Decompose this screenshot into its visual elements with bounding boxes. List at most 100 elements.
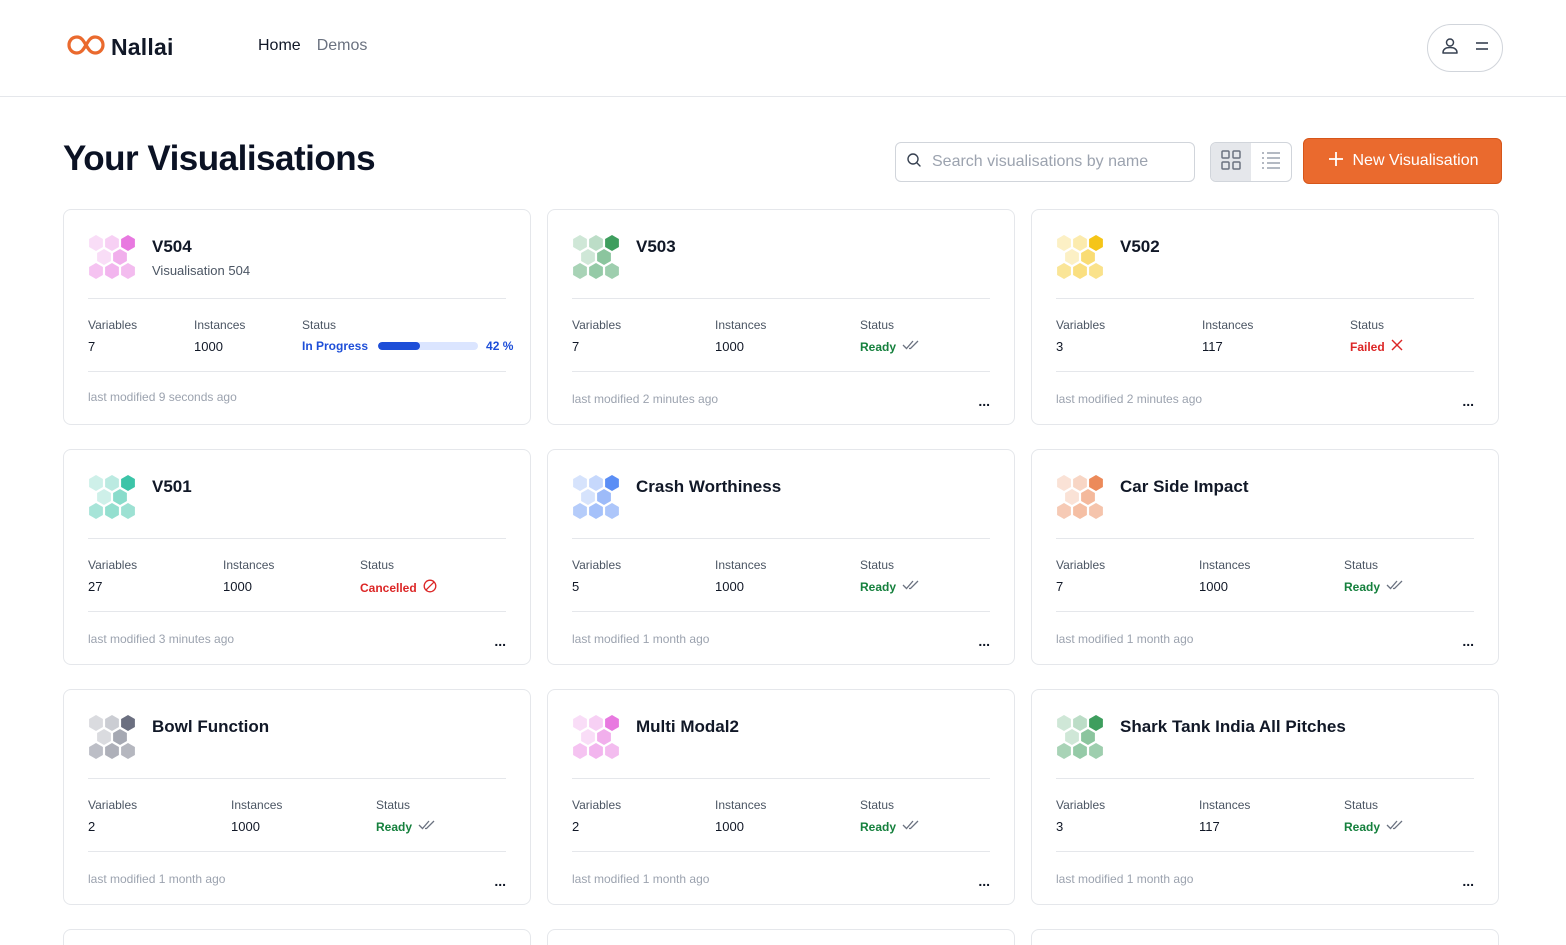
hex-cell bbox=[1089, 743, 1103, 759]
last-modified-text: last modified 9 seconds ago bbox=[88, 390, 237, 404]
instances-stat: Instances 1000 bbox=[715, 558, 766, 594]
more-options-button[interactable]: ... bbox=[494, 633, 506, 649]
hex-cell bbox=[589, 235, 603, 251]
visualisation-card[interactable]: Car Side Impact Variables 7 Instances 1000 St… bbox=[1031, 449, 1499, 665]
card-titles: Multi Modal2 bbox=[636, 714, 739, 767]
search-icon bbox=[906, 152, 922, 173]
visualisation-card[interactable]: Crash Worthiness Variables 5 Instances 1000 S… bbox=[547, 449, 1015, 665]
instances-label: Instances bbox=[1199, 798, 1251, 812]
variables-count: 2 bbox=[572, 819, 580, 834]
hex-cell bbox=[1081, 729, 1095, 745]
variables-value: 27 bbox=[88, 579, 137, 594]
hex-cell bbox=[605, 475, 619, 491]
visualisation-card[interactable]: V504 Visualisation 504 Variables 7 Instances… bbox=[63, 209, 531, 425]
nav-home-link[interactable]: Home bbox=[258, 37, 301, 55]
more-options-button[interactable]: ... bbox=[978, 633, 990, 649]
more-options-button[interactable]: ... bbox=[494, 873, 506, 889]
variables-stat: Variables 7 bbox=[572, 318, 621, 354]
variables-value: 7 bbox=[1056, 579, 1105, 594]
card-titles: Bowl Function bbox=[152, 714, 269, 767]
card-title: Bowl Function bbox=[152, 717, 270, 736]
more-options-button[interactable]: ... bbox=[978, 393, 990, 409]
hex-cell bbox=[105, 263, 119, 279]
visualisation-card[interactable]: Bowl Function Variables 2 Instances 1000 Stat… bbox=[63, 689, 531, 905]
visualisation-card-partial[interactable] bbox=[63, 929, 531, 945]
card-titles: V501 bbox=[152, 474, 192, 527]
hex-cell bbox=[113, 489, 127, 505]
hex-cell bbox=[1073, 743, 1087, 759]
hex-cell bbox=[597, 249, 611, 265]
card-titles: Car Side Impact bbox=[1120, 474, 1249, 527]
status-stat: Status Cancelled bbox=[360, 558, 437, 596]
divider bbox=[88, 538, 506, 539]
status-label: Status bbox=[376, 798, 411, 812]
brand-name: Nallai bbox=[111, 34, 174, 60]
ban-icon bbox=[423, 579, 437, 596]
main-nav: Home Demos bbox=[258, 37, 367, 55]
status-label: Status bbox=[1344, 558, 1379, 572]
hex-cell bbox=[105, 743, 119, 759]
more-options-button[interactable]: ... bbox=[978, 873, 990, 889]
more-options-button[interactable]: ... bbox=[1462, 873, 1474, 889]
brand-logo[interactable]: Nallai bbox=[67, 33, 174, 62]
nav-demos-link[interactable]: Demos bbox=[317, 37, 368, 55]
variables-count: 2 bbox=[88, 819, 96, 834]
hex-cell bbox=[1073, 503, 1087, 519]
instances-label: Instances bbox=[223, 558, 275, 572]
hex-cell bbox=[1057, 503, 1071, 519]
visualisation-card[interactable]: Multi Modal2 Variables 2 Instances 1000 Statu… bbox=[547, 689, 1015, 905]
menu-icon bbox=[1474, 39, 1490, 58]
visualisation-card-partial[interactable] bbox=[547, 929, 1015, 945]
hex-cell bbox=[89, 235, 103, 251]
variables-value: 2 bbox=[572, 819, 621, 834]
search-input[interactable] bbox=[932, 153, 1182, 171]
card-description: Visualisation 504 bbox=[152, 263, 251, 278]
double-check-icon bbox=[902, 579, 922, 594]
card-header: Car Side Impact bbox=[1056, 474, 1249, 527]
more-options-button[interactable]: ... bbox=[1462, 633, 1474, 649]
divider bbox=[88, 298, 506, 299]
hex-cell bbox=[581, 729, 595, 745]
card-title: Car Side Impact bbox=[1120, 477, 1249, 496]
divider bbox=[88, 851, 506, 852]
hex-cell bbox=[573, 263, 587, 279]
status-label: Status bbox=[860, 318, 895, 332]
visualisation-card[interactable]: V503 Variables 7 Instances 1000 Status Ready la… bbox=[547, 209, 1015, 425]
variables-stat: Variables 2 bbox=[88, 798, 137, 834]
hex-cell bbox=[589, 715, 603, 731]
hex-cell bbox=[605, 715, 619, 731]
hex-cell bbox=[89, 475, 103, 491]
card-title: V501 bbox=[152, 477, 192, 496]
hex-cell bbox=[105, 503, 119, 519]
variables-value: 3 bbox=[1056, 339, 1105, 354]
hexagon-cluster-icon bbox=[572, 474, 620, 527]
hex-cell bbox=[581, 489, 595, 505]
hex-cell bbox=[121, 743, 135, 759]
new-visualisation-button[interactable]: New Visualisation bbox=[1303, 138, 1502, 184]
status-text: Cancelled bbox=[360, 580, 417, 595]
divider bbox=[572, 611, 990, 612]
status-value: Ready bbox=[1344, 579, 1406, 594]
more-options-button[interactable]: ... bbox=[1462, 393, 1474, 409]
hex-cell bbox=[1089, 263, 1103, 279]
grid-view-button[interactable] bbox=[1211, 143, 1251, 181]
status-label: Status bbox=[860, 558, 895, 572]
visualisation-card[interactable]: V501 Variables 27 Instances 1000 Status Cancel… bbox=[63, 449, 531, 665]
hex-cell bbox=[1073, 263, 1087, 279]
instances-label: Instances bbox=[715, 798, 767, 812]
status-stat: Status Ready bbox=[1344, 558, 1406, 594]
visualisation-card[interactable]: Shark Tank India All Pitches Variables 3 In… bbox=[1031, 689, 1499, 905]
hex-cell bbox=[589, 743, 603, 759]
hexagon-cluster-icon bbox=[572, 234, 620, 287]
hex-cell bbox=[105, 235, 119, 251]
visualisation-card-partial[interactable] bbox=[1031, 929, 1499, 945]
variables-stat: Variables 2 bbox=[572, 798, 621, 834]
instances-value: 1000 bbox=[194, 339, 245, 354]
card-titles: V502 bbox=[1120, 234, 1160, 287]
list-view-button[interactable] bbox=[1251, 143, 1291, 181]
hex-cell bbox=[1073, 475, 1087, 491]
user-menu-button[interactable] bbox=[1427, 24, 1503, 72]
instances-label: Instances bbox=[715, 318, 767, 332]
status-label: Status bbox=[860, 798, 895, 812]
visualisation-card[interactable]: V502 Variables 3 Instances 117 Status Failed la… bbox=[1031, 209, 1499, 425]
